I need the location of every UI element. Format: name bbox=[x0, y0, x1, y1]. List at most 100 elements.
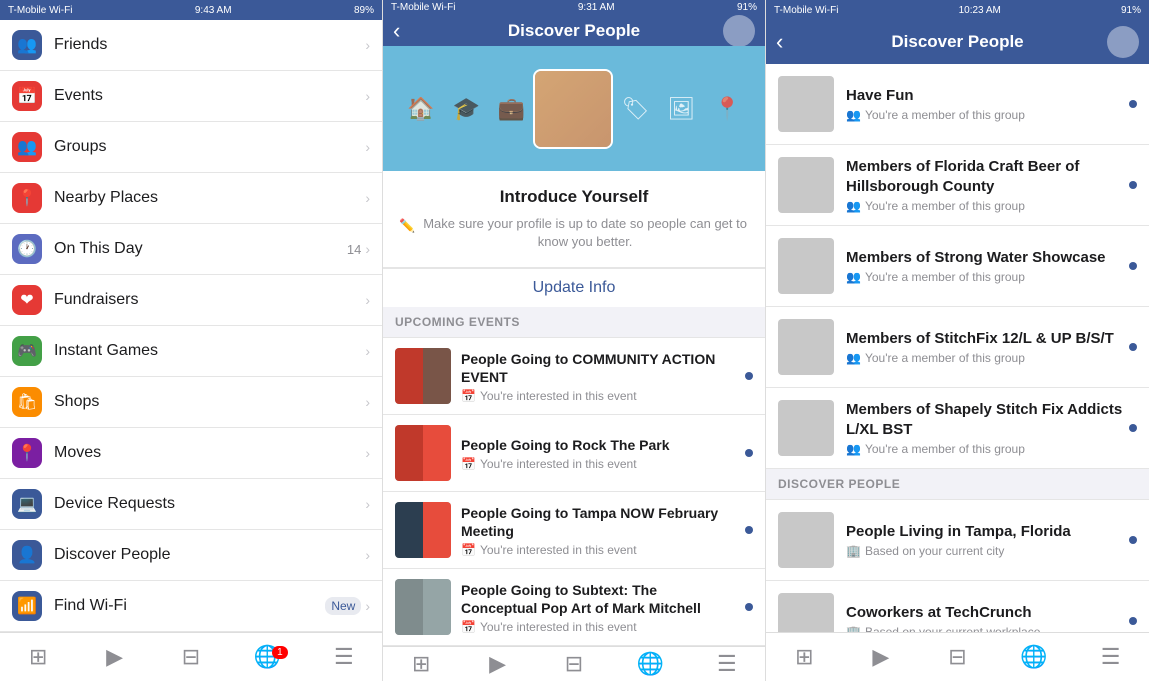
sidebar-item-device-requests[interactable]: 💻Device Requests› bbox=[0, 479, 382, 530]
event-sub-icon-3: 📅 bbox=[461, 620, 476, 634]
sidebar-item-label-nearby-places: Nearby Places bbox=[54, 189, 365, 207]
sidebar-item-friends[interactable]: 👥Friends› bbox=[0, 20, 382, 71]
sidebar-item-label-moves: Moves bbox=[54, 444, 365, 462]
mid-tab-globe[interactable]: 🌐 bbox=[612, 651, 688, 677]
mid-tab-menu[interactable]: ☰ bbox=[689, 651, 765, 677]
sidebar-item-moves[interactable]: 📍Moves› bbox=[0, 428, 382, 479]
event-title-1: People Going to Rock The Park bbox=[461, 436, 737, 454]
middle-battery: 91% bbox=[737, 2, 757, 13]
sidebar-item-groups[interactable]: 👥Groups› bbox=[0, 122, 382, 173]
events-icon: 📅 bbox=[12, 81, 42, 111]
group-title-3: Members of StitchFix 12/L & UP B/S/T bbox=[846, 329, 1125, 349]
event-item-3[interactable]: People Going to Subtext: The Conceptual … bbox=[383, 569, 765, 646]
event-sub-2: 📅 You're interested in this event bbox=[461, 543, 737, 557]
discover-people-header: DISCOVER PEOPLE bbox=[766, 469, 1149, 500]
fundraisers-chevron: › bbox=[365, 292, 370, 308]
right-tab-globe[interactable]: 🌐 bbox=[996, 644, 1073, 670]
event-item-1[interactable]: People Going to Rock The Park📅 You're in… bbox=[383, 415, 765, 492]
right-avatar bbox=[1107, 26, 1139, 58]
right-battery: 91% bbox=[1121, 5, 1141, 16]
device-requests-icon: 💻 bbox=[12, 489, 42, 519]
group-sub-4: 👥 You're a member of this group bbox=[846, 442, 1125, 456]
group-title-4: Members of Shapely Stitch Fix Addicts L/… bbox=[846, 400, 1125, 439]
sidebar-item-label-on-this-day: On This Day bbox=[54, 240, 347, 258]
sidebar-item-nearby-places[interactable]: 📍Nearby Places› bbox=[0, 173, 382, 224]
tab-video[interactable]: ▶ bbox=[76, 644, 152, 670]
tab-marketplace[interactable]: ⊟ bbox=[153, 644, 229, 670]
mid-tab-video[interactable]: ▶ bbox=[459, 651, 535, 677]
group-sub-3: 👥 You're a member of this group bbox=[846, 351, 1125, 365]
group-thumb-4 bbox=[778, 400, 834, 456]
find-wifi-chevron: › bbox=[365, 598, 370, 614]
instant-games-chevron: › bbox=[365, 343, 370, 359]
sidebar-item-shops[interactable]: 🛍Shops› bbox=[0, 377, 382, 428]
profile-avatar[interactable] bbox=[533, 69, 613, 149]
group-title-2: Members of Strong Water Showcase bbox=[846, 248, 1125, 268]
discover-people-chevron: › bbox=[365, 547, 370, 563]
middle-avatar bbox=[723, 15, 755, 47]
discover-thumb-0 bbox=[778, 512, 834, 568]
left-carrier: T-Mobile Wi-Fi bbox=[8, 5, 72, 16]
tab-notifications[interactable]: 🌐 1 bbox=[229, 644, 305, 670]
groups-icon: 👥 bbox=[12, 132, 42, 162]
update-info-link[interactable]: Update Info bbox=[383, 268, 765, 307]
nearby-places-icon: 📍 bbox=[12, 183, 42, 213]
right-tab-newsfeed[interactable]: ⊞ bbox=[766, 644, 843, 670]
group-dot-4 bbox=[1129, 424, 1137, 432]
introduce-section: Introduce Yourself ✏️ Make sure your pro… bbox=[383, 171, 765, 268]
right-status-bar: T-Mobile Wi-Fi 10:23 AM 91% bbox=[766, 0, 1149, 20]
group-thumb-1 bbox=[778, 157, 834, 213]
group-item-2[interactable]: Members of Strong Water Showcase 👥 You're… bbox=[766, 226, 1149, 307]
right-back-button[interactable]: ‹ bbox=[776, 29, 783, 55]
right-tab-video[interactable]: ▶ bbox=[843, 644, 920, 670]
tag-icon: 🏷 bbox=[622, 96, 650, 122]
group-sub-icon-2: 👥 bbox=[846, 270, 861, 284]
sidebar-item-on-this-day[interactable]: 🕐On This Day14› bbox=[0, 224, 382, 275]
event-dot-2 bbox=[745, 526, 753, 534]
right-time: 10:23 AM bbox=[959, 5, 1001, 16]
sidebar-item-events[interactable]: 📅Events› bbox=[0, 71, 382, 122]
right-tab-menu[interactable]: ☰ bbox=[1072, 644, 1149, 670]
sidebar-item-label-instant-games: Instant Games bbox=[54, 342, 365, 360]
right-tab-bar: ⊞ ▶ ⊟ 🌐 ☰ bbox=[766, 632, 1149, 681]
right-tab-marketplace[interactable]: ⊟ bbox=[919, 644, 996, 670]
home-icon: 🏠 bbox=[407, 96, 434, 122]
group-item-3[interactable]: Members of StitchFix 12/L & UP B/S/T 👥 Yo… bbox=[766, 307, 1149, 388]
group-item-0[interactable]: Have Fun👥 You're a member of this group bbox=[766, 64, 1149, 145]
sidebar-item-label-friends: Friends bbox=[54, 36, 365, 54]
discover-item-1[interactable]: Coworkers at TechCrunch🏢 Based on your c… bbox=[766, 581, 1149, 632]
right-groups-list: Have Fun👥 You're a member of this groupM… bbox=[766, 64, 1149, 632]
event-item-2[interactable]: People Going to Tampa NOW February Meeti… bbox=[383, 492, 765, 569]
right-panel: T-Mobile Wi-Fi 10:23 AM 91% ‹ Discover P… bbox=[766, 0, 1149, 681]
group-dot-2 bbox=[1129, 262, 1137, 270]
left-panel: T-Mobile Wi-Fi 9:43 AM 89% 👥Friends›📅Eve… bbox=[0, 0, 383, 681]
sidebar-item-discover-people[interactable]: 👤Discover People› bbox=[0, 530, 382, 581]
on-this-day-badge: 14 bbox=[347, 242, 361, 257]
group-item-4[interactable]: Members of Shapely Stitch Fix Addicts L/… bbox=[766, 388, 1149, 469]
sidebar-item-instant-games[interactable]: 🎮Instant Games› bbox=[0, 326, 382, 377]
left-battery: 89% bbox=[354, 5, 374, 16]
avatar-image bbox=[535, 71, 611, 147]
discover-item-0[interactable]: People Living in Tampa, Florida🏢 Based o… bbox=[766, 500, 1149, 581]
group-sub-1: 👥 You're a member of this group bbox=[846, 199, 1125, 213]
sidebar-item-fundraisers[interactable]: ❤Fundraisers› bbox=[0, 275, 382, 326]
event-thumb-2 bbox=[395, 502, 451, 558]
sidebar-item-label-events: Events bbox=[54, 87, 365, 105]
introduce-desc: ✏️ Make sure your profile is up to date … bbox=[399, 215, 749, 251]
middle-status-bar: T-Mobile Wi-Fi 9:31 AM 91% bbox=[383, 0, 765, 15]
discover-dot-1 bbox=[1129, 617, 1137, 625]
group-item-1[interactable]: Members of Florida Craft Beer of Hillsbo… bbox=[766, 145, 1149, 226]
event-item-0[interactable]: People Going to COMMUNITY ACTION EVENT📅 … bbox=[383, 338, 765, 415]
sidebar-item-find-wifi[interactable]: 📶Find Wi-FiNew› bbox=[0, 581, 382, 632]
middle-back-button[interactable]: ‹ bbox=[393, 18, 400, 44]
find-wifi-icon: 📶 bbox=[12, 591, 42, 621]
fundraisers-icon: ❤ bbox=[12, 285, 42, 315]
event-sub-icon-0: 📅 bbox=[461, 389, 476, 403]
tab-menu[interactable]: ☰ bbox=[306, 644, 382, 670]
mid-tab-marketplace[interactable]: ⊟ bbox=[536, 651, 612, 677]
photo-icon: 🖼 bbox=[668, 96, 696, 122]
tab-newsfeed[interactable]: ⊞ bbox=[0, 644, 76, 670]
mid-tab-newsfeed[interactable]: ⊞ bbox=[383, 651, 459, 677]
group-thumb-2 bbox=[778, 238, 834, 294]
group-sub-2: 👥 You're a member of this group bbox=[846, 270, 1125, 284]
